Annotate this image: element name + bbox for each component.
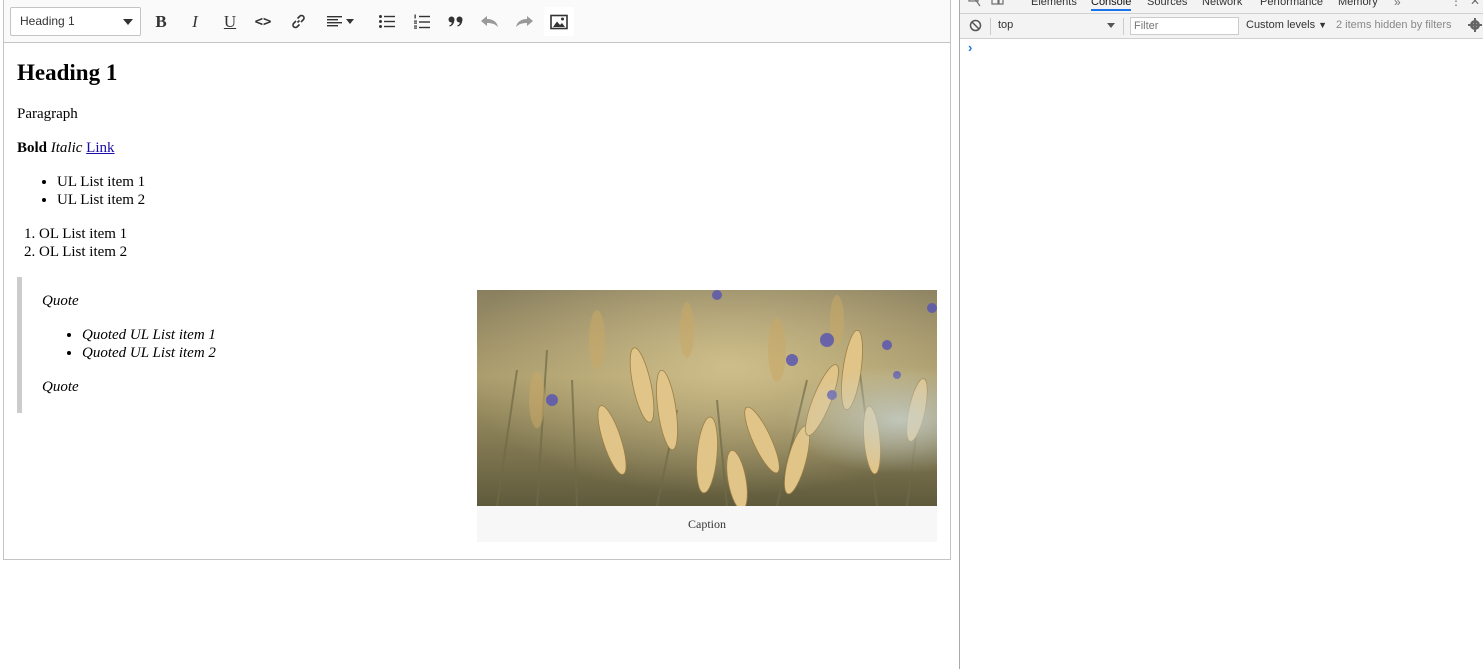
italic-button[interactable]: I [180, 7, 210, 36]
link-button[interactable] [283, 7, 313, 36]
console-toolbar: top Custom levels ▼ 2 items hidden by fi… [960, 14, 1483, 39]
bulleted-list-button[interactable] [372, 7, 402, 36]
blockquote-button[interactable] [441, 7, 471, 36]
figure-caption[interactable]: Caption [477, 506, 937, 542]
console-filter-input[interactable] [1130, 17, 1239, 35]
content-formatting-line: Bold Italic Link [17, 139, 942, 157]
tab-console[interactable]: Console [1091, 0, 1132, 11]
align-left-icon [327, 16, 354, 27]
undo-icon [481, 16, 498, 27]
hidden-items-info: 2 items hidden by filters [1336, 19, 1452, 31]
list-item: Quoted UL List item 2 [82, 344, 457, 362]
console-prompt-icon[interactable]: › [968, 40, 972, 55]
quote-icon [448, 16, 463, 27]
chevron-down-icon [1107, 23, 1115, 28]
heading-select[interactable]: Heading 1 [10, 7, 141, 36]
gear-icon[interactable] [1468, 18, 1482, 35]
log-levels-dropdown[interactable]: Custom levels ▼ [1246, 19, 1327, 31]
devtools-panel: Elements Console Sources Network Perform… [959, 0, 1483, 669]
context-selector[interactable]: top [998, 19, 1013, 31]
inspect-element-icon[interactable] [968, 0, 982, 11]
kebab-menu-icon[interactable]: ⋮ [1450, 0, 1462, 8]
bold-icon: B [155, 11, 167, 31]
underline-button[interactable]: U [215, 7, 245, 36]
tab-elements[interactable]: Elements [1031, 0, 1077, 8]
image-icon [550, 14, 568, 29]
tab-memory[interactable]: Memory [1338, 0, 1378, 8]
toolbar-divider [990, 18, 991, 35]
content-paragraph: Paragraph [17, 106, 78, 122]
numbered-list-button[interactable] [407, 7, 437, 36]
editor-toolbar: Heading 1 B I U <> [4, 0, 950, 43]
chevron-down-icon [123, 19, 133, 25]
device-toolbar-icon[interactable] [991, 0, 1005, 11]
tab-network[interactable]: Network [1202, 0, 1242, 8]
insert-image-button[interactable] [544, 7, 574, 36]
undo-button[interactable] [475, 7, 505, 36]
italic-text: Italic [50, 140, 83, 156]
underline-icon: U [223, 11, 237, 31]
quote-text: Quote [42, 293, 79, 309]
list-item: OL List item 2 [39, 243, 942, 261]
bulleted-list-icon [379, 15, 395, 28]
link-icon [291, 14, 305, 29]
bold-button[interactable]: B [146, 7, 176, 36]
italic-icon: I [192, 11, 198, 31]
tab-sources[interactable]: Sources [1147, 0, 1187, 8]
code-icon: <> [254, 13, 272, 30]
redo-icon [516, 16, 533, 27]
image-figure[interactable]: Caption [477, 290, 937, 542]
wheat-field-image[interactable] [477, 290, 937, 506]
devtools-tab-bar: Elements Console Sources Network Perform… [960, 0, 1483, 14]
ordered-list: OL List item 1 OL List item 2 [0, 225, 942, 261]
unordered-list: UL List item 1 UL List item 2 [17, 173, 942, 209]
quoted-list: Quoted UL List item 1 Quoted UL List ite… [42, 326, 457, 362]
alignment-dropdown[interactable] [320, 7, 362, 36]
blockquote: Quote Quoted UL List item 1 Quoted UL Li… [17, 277, 457, 413]
clear-console-icon[interactable] [969, 19, 982, 35]
list-item: OL List item 1 [39, 225, 942, 243]
rich-text-editor: Heading 1 B I U <> Heading 1 Paragraph B… [3, 0, 951, 560]
editor-content[interactable]: Heading 1 Paragraph Bold Italic Link UL … [17, 59, 942, 547]
numbered-list-icon [414, 14, 430, 29]
content-heading: Heading 1 [17, 60, 118, 85]
close-icon[interactable]: ✕ [1470, 0, 1480, 8]
redo-button[interactable] [509, 7, 539, 36]
code-button[interactable]: <> [248, 7, 278, 36]
chevron-down-icon: ▼ [1318, 20, 1328, 30]
list-item: UL List item 2 [57, 191, 942, 209]
quote-text: Quote [42, 379, 79, 395]
bold-text: Bold [17, 140, 48, 156]
list-item: Quoted UL List item 1 [82, 326, 457, 344]
heading-select-value: Heading 1 [20, 14, 75, 28]
toolbar-divider [1123, 18, 1124, 35]
tab-performance[interactable]: Performance [1260, 0, 1323, 8]
content-link[interactable]: Link [86, 140, 114, 156]
more-tabs-icon[interactable]: » [1394, 0, 1401, 9]
list-item: UL List item 1 [57, 173, 942, 191]
log-levels-label: Custom levels [1246, 19, 1316, 31]
